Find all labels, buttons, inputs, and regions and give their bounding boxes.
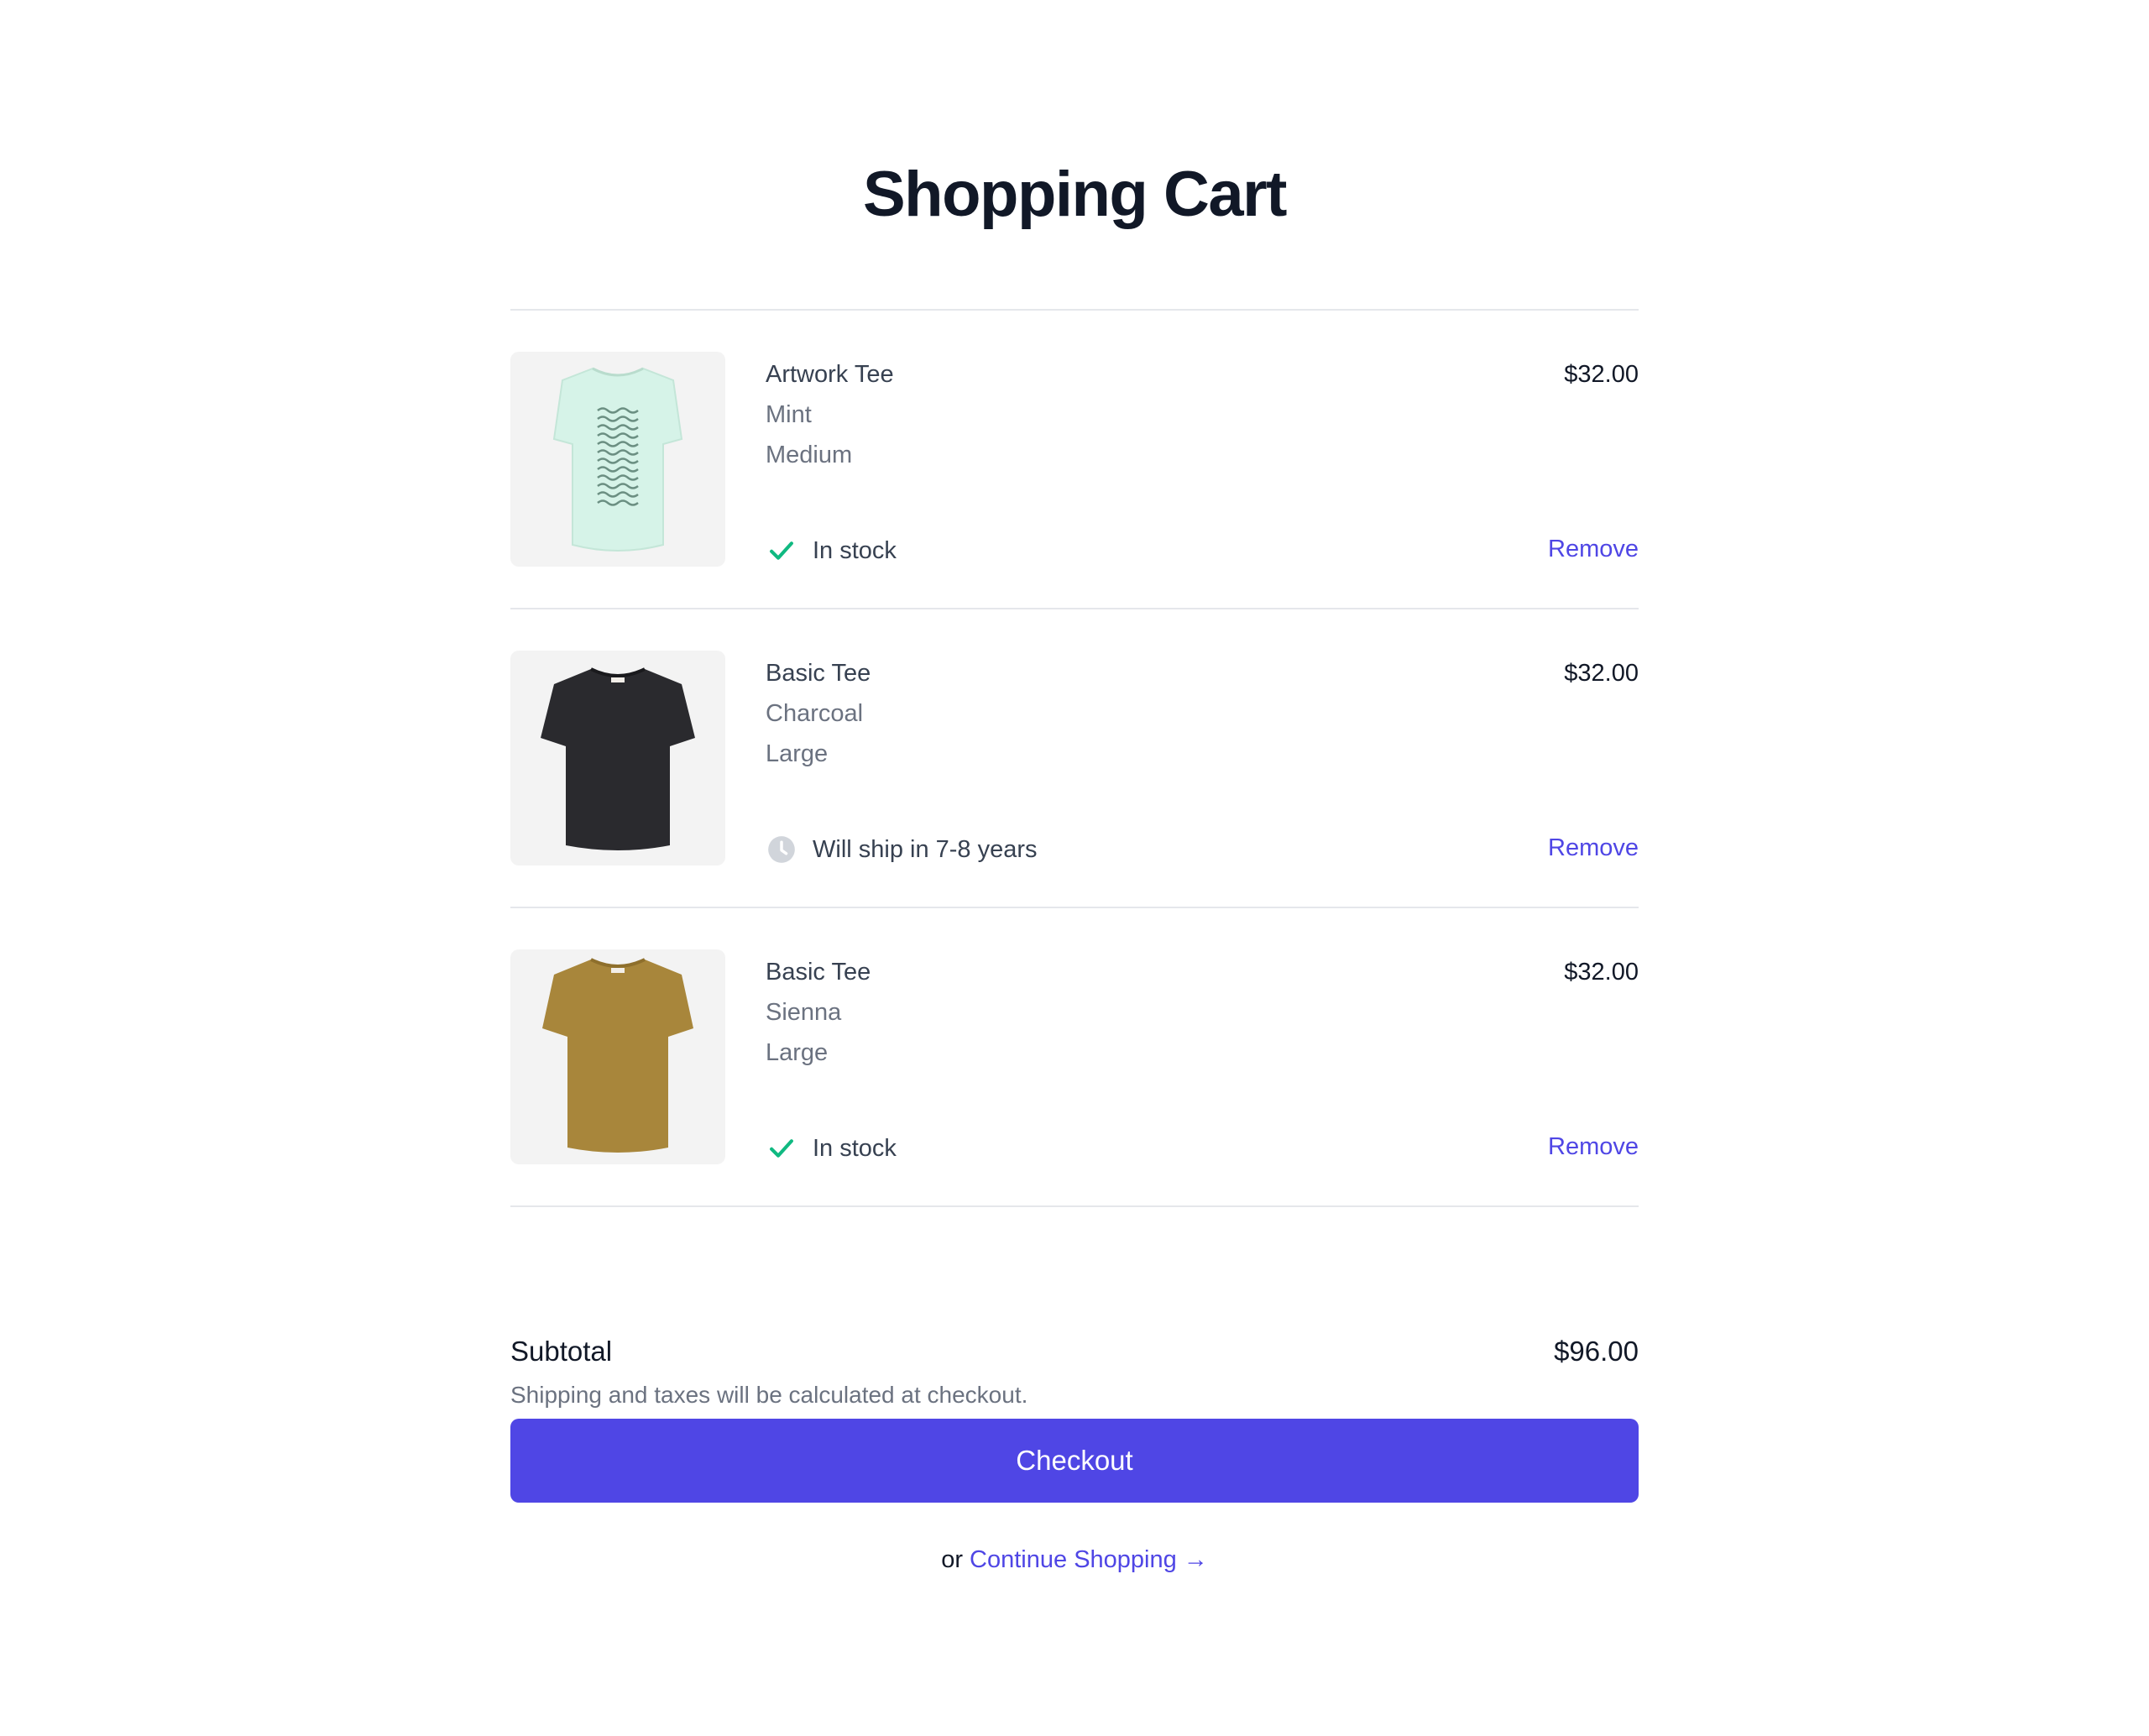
item-name[interactable]: Artwork Tee <box>766 354 1639 395</box>
order-summary: Subtotal $96.00 Shipping and taxes will … <box>510 1207 1639 1425</box>
subtotal-label: Subtotal <box>510 1336 613 1367</box>
item-color: Sienna <box>766 999 842 1026</box>
item-details: Artwork Tee Mint Medium <box>766 354 1639 475</box>
stock-status: In stock <box>766 531 897 571</box>
checkout-button[interactable]: Checkout <box>510 1419 1639 1503</box>
stock-status-label: Will ship in 7-8 years <box>813 836 1038 863</box>
shipping-note: Shipping and taxes will be calculated at… <box>510 1382 1028 1408</box>
item-details: Basic Tee Sienna Large <box>766 952 1639 1073</box>
item-price: $32.00 <box>1564 660 1639 687</box>
item-name[interactable]: Basic Tee <box>766 952 1639 992</box>
item-name[interactable]: Basic Tee <box>766 653 1639 693</box>
cart-list: Artwork Tee Mint Medium $32.00 In stock … <box>510 309 1639 1425</box>
tshirt-charcoal-image <box>541 667 695 850</box>
clock-icon <box>766 834 797 865</box>
cart-item: Artwork Tee Mint Medium $32.00 In stock … <box>510 311 1639 608</box>
item-size: Large <box>766 1039 829 1066</box>
item-color: Mint <box>766 401 812 428</box>
remove-button[interactable]: Remove <box>1548 1127 1639 1167</box>
continue-shopping-link[interactable]: Continue Shopping → <box>970 1546 1208 1573</box>
remove-button[interactable]: Remove <box>1548 828 1639 868</box>
subtotal-value: $96.00 <box>1554 1336 1639 1367</box>
item-price: $32.00 <box>1564 361 1639 388</box>
stock-status: Will ship in 7-8 years <box>766 829 1038 870</box>
product-image-artwork-tee[interactable] <box>510 352 725 567</box>
stock-status-label: In stock <box>813 537 897 564</box>
remove-button[interactable]: Remove <box>1548 529 1639 569</box>
check-icon <box>766 535 797 567</box>
item-details: Basic Tee Charcoal Large <box>766 653 1639 774</box>
tshirt-sienna-image <box>542 958 693 1153</box>
stock-status: In stock <box>766 1128 897 1169</box>
page-title: Shopping Cart <box>862 159 1288 230</box>
shopping-cart-page: Shopping Cart Artwork Tee Mint Medium $3… <box>0 0 2149 1736</box>
item-price: $32.00 <box>1564 959 1639 986</box>
continue-prefix: or <box>941 1546 963 1573</box>
item-size: Medium <box>766 442 853 468</box>
item-color: Charcoal <box>766 700 864 727</box>
cart-item: Basic Tee Sienna Large $32.00 In stock R… <box>510 908 1639 1205</box>
continue-shopping-row: or Continue Shopping → <box>0 1541 2149 1578</box>
item-size: Large <box>766 740 829 767</box>
tshirt-mint-image <box>552 367 683 552</box>
product-image-basic-tee-sienna[interactable] <box>510 949 725 1164</box>
check-icon <box>766 1132 797 1164</box>
stock-status-label: In stock <box>813 1135 897 1162</box>
product-image-basic-tee-charcoal[interactable] <box>510 651 725 865</box>
cart-item: Basic Tee Charcoal Large $32.00 Will shi… <box>510 609 1639 907</box>
